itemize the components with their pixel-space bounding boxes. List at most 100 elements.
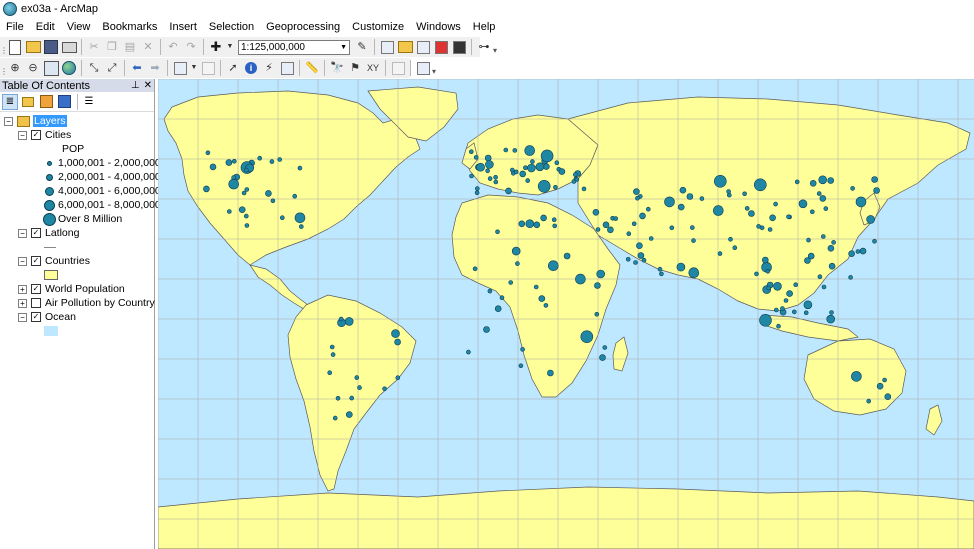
collapse-icon[interactable]: − [18, 312, 27, 322]
menu-geoprocessing[interactable]: Geoprocessing [260, 18, 346, 36]
expand-icon[interactable]: + [18, 284, 27, 294]
save-button[interactable] [43, 39, 59, 55]
legend-class[interactable]: 4,000,001 - 6,000,000 [42, 184, 161, 198]
go-to-xy-button[interactable]: XY [365, 60, 381, 76]
layer-countries[interactable]: − ✓ Countries [18, 254, 90, 268]
previous-extent-button[interactable]: ⬅ [129, 60, 145, 76]
time-slider-button[interactable] [390, 60, 406, 76]
city-point [329, 344, 335, 350]
cut-button[interactable]: ✂ [86, 39, 102, 55]
model-builder-button[interactable]: ⊶ [476, 39, 492, 55]
clear-selection-button[interactable] [200, 60, 216, 76]
new-document-button[interactable] [7, 39, 23, 55]
city-point [821, 284, 827, 290]
legend-class[interactable]: 2,000,001 - 4,000,000 [42, 170, 161, 184]
collapse-icon[interactable]: − [18, 130, 27, 140]
layer-air-pollution[interactable]: + Air Pollution by Country [18, 296, 155, 310]
layer-visibility-checkbox[interactable]: ✓ [31, 130, 41, 140]
layers-root[interactable]: − Layers [4, 114, 67, 128]
zoom-in-button[interactable]: ⊕ [7, 60, 23, 76]
layer-visibility-checkbox[interactable] [31, 298, 41, 308]
layer-visibility-checkbox[interactable]: ✓ [31, 312, 41, 322]
html-popup-button[interactable]: ⚡ [261, 60, 277, 76]
next-extent-button[interactable]: ➡ [147, 60, 163, 76]
copy-button[interactable]: ❐ [104, 39, 120, 55]
list-by-visibility-button[interactable] [38, 94, 54, 110]
fill-symbol-icon [44, 326, 58, 336]
add-data-dropdown[interactable]: ▼ [226, 39, 234, 55]
open-button[interactable] [25, 39, 41, 55]
menu-windows[interactable]: Windows [410, 18, 467, 36]
zoom-out-button[interactable]: ⊖ [25, 60, 41, 76]
list-by-drawing-order-button[interactable]: ≣ [2, 93, 18, 110]
menu-file[interactable]: File [0, 18, 30, 36]
arctoolbox-button[interactable] [433, 39, 449, 55]
select-elements-button[interactable]: ➚ [225, 60, 241, 76]
redo-button[interactable]: ↷ [183, 39, 199, 55]
layer-cities[interactable]: − ✓ Cities [18, 128, 71, 142]
catalog-button[interactable] [397, 39, 413, 55]
scale-dropdown-icon[interactable]: ▼ [340, 44, 347, 51]
toc-options-button[interactable]: ☰ [81, 94, 97, 110]
identify-button[interactable]: i [243, 60, 259, 76]
close-icon[interactable]: ✕ [144, 80, 152, 91]
menu-bookmarks[interactable]: Bookmarks [96, 18, 163, 36]
menu-customize[interactable]: Customize [346, 18, 410, 36]
world-map[interactable] [158, 79, 974, 549]
measure-button[interactable]: 📏 [304, 60, 320, 76]
full-extent-button[interactable] [61, 60, 77, 76]
select-features-button[interactable] [172, 60, 188, 76]
pan-button[interactable] [43, 60, 59, 76]
ocean-fill-symbol[interactable] [44, 324, 58, 338]
delete-button[interactable]: ✕ [140, 39, 156, 55]
city-point [602, 221, 610, 229]
map-display[interactable] [158, 79, 974, 549]
toolbar-options-icon[interactable]: ▾ [432, 60, 438, 76]
layer-latlong[interactable]: − ✓ Latlong [18, 226, 79, 240]
layer-visibility-checkbox[interactable]: ✓ [31, 228, 41, 238]
print-button[interactable] [61, 39, 77, 55]
select-features-dropdown[interactable]: ▼ [190, 60, 198, 76]
layer-visibility-checkbox[interactable]: ✓ [31, 256, 41, 266]
menu-help[interactable]: Help [467, 18, 502, 36]
toolbar-grip[interactable]: ⋮ [0, 39, 8, 55]
table-of-contents-button[interactable] [379, 39, 395, 55]
menu-view[interactable]: View [61, 18, 97, 36]
find-route-button[interactable]: ⚑ [347, 60, 363, 76]
layer-ocean[interactable]: − ✓ Ocean [18, 310, 76, 324]
toolbar-grip[interactable]: ⋮ [0, 60, 8, 76]
create-viewer-window-button[interactable] [415, 60, 431, 76]
add-data-button[interactable]: ✚ [208, 39, 224, 55]
collapse-icon[interactable]: − [4, 116, 13, 126]
fixed-zoom-out-button[interactable]: ⤢ [104, 60, 120, 76]
editor-toolbar-button[interactable]: ✎ [354, 39, 370, 55]
collapse-icon[interactable]: − [18, 228, 27, 238]
expand-icon[interactable]: + [18, 298, 27, 308]
collapse-icon[interactable]: − [18, 256, 27, 266]
latlong-line-symbol[interactable] [44, 240, 56, 254]
search-window-button[interactable] [415, 39, 431, 55]
list-by-source-button[interactable] [20, 94, 36, 110]
fixed-zoom-in-button[interactable]: ⤡ [86, 60, 102, 76]
legend-class[interactable]: 6,000,001 - 8,000,000 [42, 198, 161, 212]
list-by-selection-button[interactable] [56, 94, 72, 110]
legend-class[interactable]: 1,000,001 - 2,000,000 [42, 156, 161, 170]
menu-insert[interactable]: Insert [163, 18, 203, 36]
menu-selection[interactable]: Selection [203, 18, 260, 36]
city-point [540, 149, 554, 163]
paste-button[interactable]: ▤ [122, 39, 138, 55]
menu-edit[interactable]: Edit [30, 18, 61, 36]
layer-world-population[interactable]: + ✓ World Population [18, 282, 125, 296]
map-scale-combobox[interactable]: 1:125,000,000 ▼ [238, 39, 350, 55]
layer-visibility-checkbox[interactable]: ✓ [31, 284, 41, 294]
city-point [809, 209, 815, 215]
pin-icon[interactable]: ⊥ [131, 80, 140, 91]
find-button[interactable]: 🔭 [329, 60, 345, 76]
countries-fill-symbol[interactable] [44, 268, 58, 282]
legend-class[interactable]: Over 8 Million [42, 212, 122, 226]
undo-button[interactable]: ↶ [165, 39, 181, 55]
city-point [645, 206, 651, 212]
python-button[interactable] [451, 39, 467, 55]
toolbar-options-icon[interactable]: ▾ [493, 39, 499, 55]
hyperlink-button[interactable] [279, 60, 295, 76]
